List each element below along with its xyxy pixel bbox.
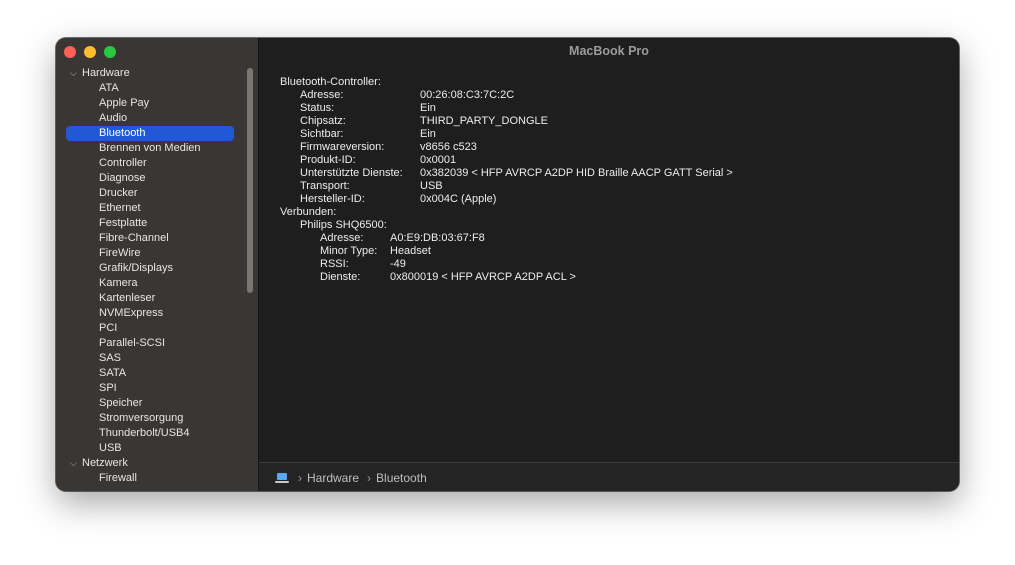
sidebar-item-festplatte[interactable]: Festplatte (66, 216, 234, 231)
sidebar-item-audio[interactable]: Audio (66, 111, 234, 126)
zoom-window-button[interactable] (104, 46, 116, 58)
sidebar-item-fibre-channel[interactable]: Fibre-Channel (66, 231, 234, 246)
detail-label: Minor Type: (320, 245, 378, 257)
detail-label: Hersteller-ID: (300, 193, 365, 205)
sidebar-item-speicher[interactable]: Speicher (66, 396, 234, 411)
close-window-button[interactable] (64, 46, 76, 58)
sidebar-item-spi[interactable]: SPI (66, 381, 234, 396)
detail-row: Unterstützte Dienste: 0x382039 < HFP AVR… (280, 167, 733, 180)
sidebar-item-sas[interactable]: SAS (66, 351, 234, 366)
sidebar-item-thunderbolt-usb4[interactable]: Thunderbolt/USB4 (66, 426, 234, 441)
detail-row: Firmwareversion: v8656 c523 (280, 141, 733, 154)
detail-value: USB (420, 180, 443, 192)
detail-row: Adresse: 00:26:08:C3:7C:2C (280, 89, 733, 102)
detail-row: Sichtbar: Ein (280, 128, 733, 141)
detail-row: Hersteller-ID: 0x004C (Apple) (280, 193, 733, 206)
detail-value: -49 (390, 258, 406, 270)
detail-header-controller: Bluetooth-Controller: (280, 76, 381, 88)
chevron-down-icon[interactable]: ⌵ (70, 456, 82, 471)
sidebar-item-bluetooth[interactable]: Bluetooth (66, 126, 234, 141)
sidebar-item-firewall[interactable]: Firewall (66, 471, 234, 486)
detail-label: Sichtbar: (300, 128, 344, 140)
window-controls (64, 46, 116, 58)
sidebar-item-sata[interactable]: SATA (66, 366, 234, 381)
detail-row: Adresse: A0:E9:DB:03:67:F8 (280, 232, 733, 245)
detail-label: Adresse: (300, 89, 344, 101)
sidebar-tree: ⌵ Hardware ATA Apple Pay Audio Bluetooth… (56, 66, 246, 486)
detail-label: Firmwareversion: (300, 141, 385, 153)
detail-pane: MacBook Pro Bluetooth-Controller: Adress… (259, 38, 959, 491)
detail-label: RSSI: (320, 258, 349, 270)
detail-row: Transport: USB (280, 180, 733, 193)
chevron-down-icon[interactable]: ⌵ (70, 66, 82, 81)
detail-value: 0x0001 (420, 154, 457, 166)
sidebar-item-grafik-displays[interactable]: Grafik/Displays (66, 261, 234, 276)
breadcrumb-separator: › (367, 470, 372, 485)
detail-label: Unterstützte Dienste: (300, 167, 403, 179)
detail-value: Ein (420, 128, 436, 140)
sidebar-item-apple-pay[interactable]: Apple Pay (66, 96, 234, 111)
sidebar-item-usb[interactable]: USB (66, 441, 234, 456)
breadcrumb-item-hardware[interactable]: Hardware (307, 471, 359, 485)
detail-value: 0x004C (Apple) (420, 193, 497, 205)
minimize-window-button[interactable] (84, 46, 96, 58)
breadcrumb-separator: › (298, 470, 302, 485)
detail-header-connected: Verbunden: (280, 206, 337, 218)
sidebar-item-diagnose[interactable]: Diagnose (66, 171, 234, 186)
sidebar-item-ethernet[interactable]: Ethernet (66, 201, 234, 216)
sidebar-item-kartenleser[interactable]: Kartenleser (66, 291, 234, 306)
sidebar-group-netzwerk[interactable]: ⌵ Netzwerk (56, 456, 246, 471)
sidebar: ⌵ Hardware ATA Apple Pay Audio Bluetooth… (56, 38, 259, 491)
detail-label: Dienste: (320, 271, 361, 283)
detail-value: 00:26:08:C3:7C:2C (420, 89, 515, 101)
sidebar-item-firewire[interactable]: FireWire (66, 246, 234, 261)
breadcrumb-item-bluetooth[interactable]: Bluetooth (376, 471, 427, 485)
detail-row: Produkt-ID: 0x0001 (280, 154, 733, 167)
detail-row: Status: Ein (280, 102, 733, 115)
detail-row: Minor Type: Headset (280, 245, 733, 258)
detail-value: THIRD_PARTY_DONGLE (420, 115, 548, 127)
breadcrumb: › Hardware › Bluetooth (259, 462, 959, 491)
detail-value: 0x382039 < HFP AVRCP A2DP HID Braille AA… (420, 167, 733, 179)
sidebar-item-brennen-von-medien[interactable]: Brennen von Medien (66, 141, 234, 156)
sidebar-item-pci[interactable]: PCI (66, 321, 234, 336)
detail-row: Dienste: 0x800019 < HFP AVRCP A2DP ACL > (280, 271, 733, 284)
system-information-window: ⌵ Hardware ATA Apple Pay Audio Bluetooth… (56, 38, 959, 491)
sidebar-item-ata[interactable]: ATA (66, 81, 234, 96)
detail-label: Status: (300, 102, 335, 114)
sidebar-item-parallel-scsi[interactable]: Parallel-SCSI (66, 336, 234, 351)
sidebar-item-stromversorgung[interactable]: Stromversorgung (66, 411, 234, 426)
detail-value: Headset (390, 245, 431, 257)
sidebar-item-drucker[interactable]: Drucker (66, 186, 234, 201)
detail-label: Produkt-ID: (300, 154, 356, 166)
detail-row: RSSI: -49 (280, 258, 733, 271)
detail-value: Ein (420, 102, 436, 114)
detail-label: Transport: (300, 180, 350, 192)
sidebar-group-hardware[interactable]: ⌵ Hardware (56, 66, 246, 81)
sidebar-scrollbar[interactable] (247, 68, 253, 293)
detail-value: v8656 c523 (420, 141, 477, 153)
sidebar-group-label: Hardware (82, 67, 130, 79)
sidebar-item-kamera[interactable]: Kamera (66, 276, 234, 291)
window-title: MacBook Pro (569, 44, 649, 58)
sidebar-group-label: Netzwerk (82, 457, 128, 469)
sidebar-item-controller[interactable]: Controller (66, 156, 234, 171)
detail-value: 0x800019 < HFP AVRCP A2DP ACL > (390, 271, 576, 283)
sidebar-item-nvmexpress[interactable]: NVMExpress (66, 306, 234, 321)
detail-label: Adresse: (320, 232, 364, 244)
detail-row: Chipsatz: THIRD_PARTY_DONGLE (280, 115, 733, 128)
detail-value: A0:E9:DB:03:67:F8 (390, 232, 485, 244)
laptop-icon (274, 472, 290, 484)
detail-label: Chipsatz: (300, 115, 346, 127)
bluetooth-details: Bluetooth-Controller: Adresse: 00:26:08:… (280, 76, 733, 284)
connected-device-name: Philips SHQ6500: (300, 219, 387, 231)
